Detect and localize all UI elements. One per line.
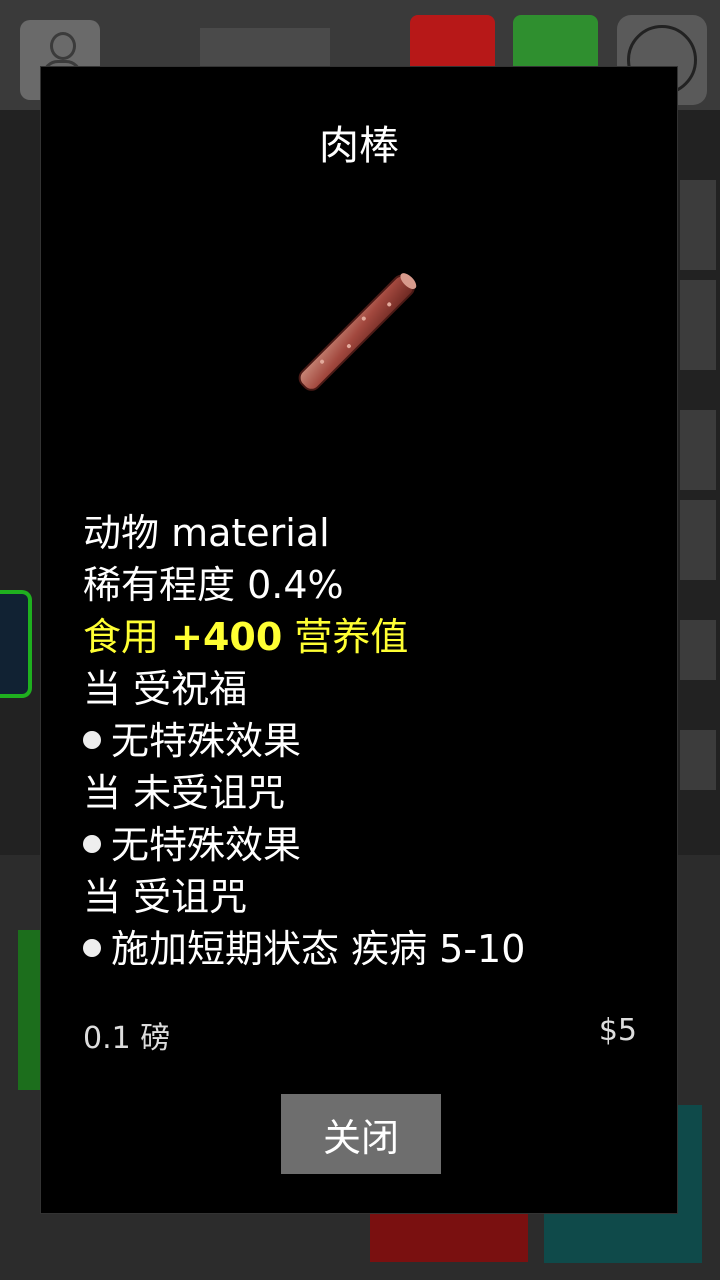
item-detail-dialog: 肉棒 动物 material 稀有程度 0.4% 食用 +400 营养值 当 受… bbox=[40, 66, 678, 1214]
blessed-effect: 无特殊效果 bbox=[111, 719, 302, 763]
bottom-red-button[interactable] bbox=[370, 1210, 528, 1262]
cursed-effect: 施加短期状态 疾病 5-10 bbox=[111, 927, 526, 971]
item-weight: 0.1 磅 bbox=[83, 1021, 171, 1056]
close-button[interactable]: 关闭 bbox=[281, 1094, 441, 1174]
edible-suffix: 营养值 bbox=[294, 615, 409, 659]
nutrition-value: +400 bbox=[171, 615, 283, 659]
cursed-effect-row: 施加短期状态 疾病 5-10 bbox=[83, 923, 653, 975]
blessed-header: 当 受祝福 bbox=[83, 667, 248, 711]
cursed-header: 当 受诅咒 bbox=[83, 875, 248, 919]
edible-prefix: 食用 bbox=[83, 615, 160, 659]
side-slot[interactable] bbox=[680, 730, 716, 790]
side-slot[interactable] bbox=[680, 620, 716, 680]
uncursed-effect: 无特殊效果 bbox=[111, 823, 302, 867]
uncursed-header: 当 未受诅咒 bbox=[83, 771, 286, 815]
item-price: $5 bbox=[598, 1013, 637, 1048]
uncursed-effect-row: 无特殊效果 bbox=[83, 819, 653, 871]
side-slot[interactable] bbox=[680, 280, 716, 370]
side-slot[interactable] bbox=[680, 180, 716, 270]
item-rarity: 稀有程度 0.4% bbox=[83, 563, 344, 607]
blessed-effect-row: 无特殊效果 bbox=[83, 715, 653, 767]
item-category: 动物 material bbox=[83, 511, 330, 555]
side-slot[interactable] bbox=[680, 410, 716, 490]
item-title: 肉棒 bbox=[319, 123, 399, 169]
item-footer: 0.1 磅 $5 bbox=[83, 1013, 637, 1057]
bullet-icon bbox=[83, 938, 101, 957]
meat-stick-icon bbox=[298, 273, 417, 391]
side-slot[interactable] bbox=[680, 500, 716, 580]
item-stats: 动物 material 稀有程度 0.4% 食用 +400 营养值 当 受祝福 … bbox=[83, 507, 653, 975]
bullet-icon bbox=[83, 730, 101, 749]
person-icon bbox=[50, 32, 76, 60]
bullet-icon bbox=[83, 834, 101, 853]
edible-line: 食用 +400 营养值 bbox=[83, 611, 653, 663]
left-tab[interactable] bbox=[0, 590, 32, 698]
